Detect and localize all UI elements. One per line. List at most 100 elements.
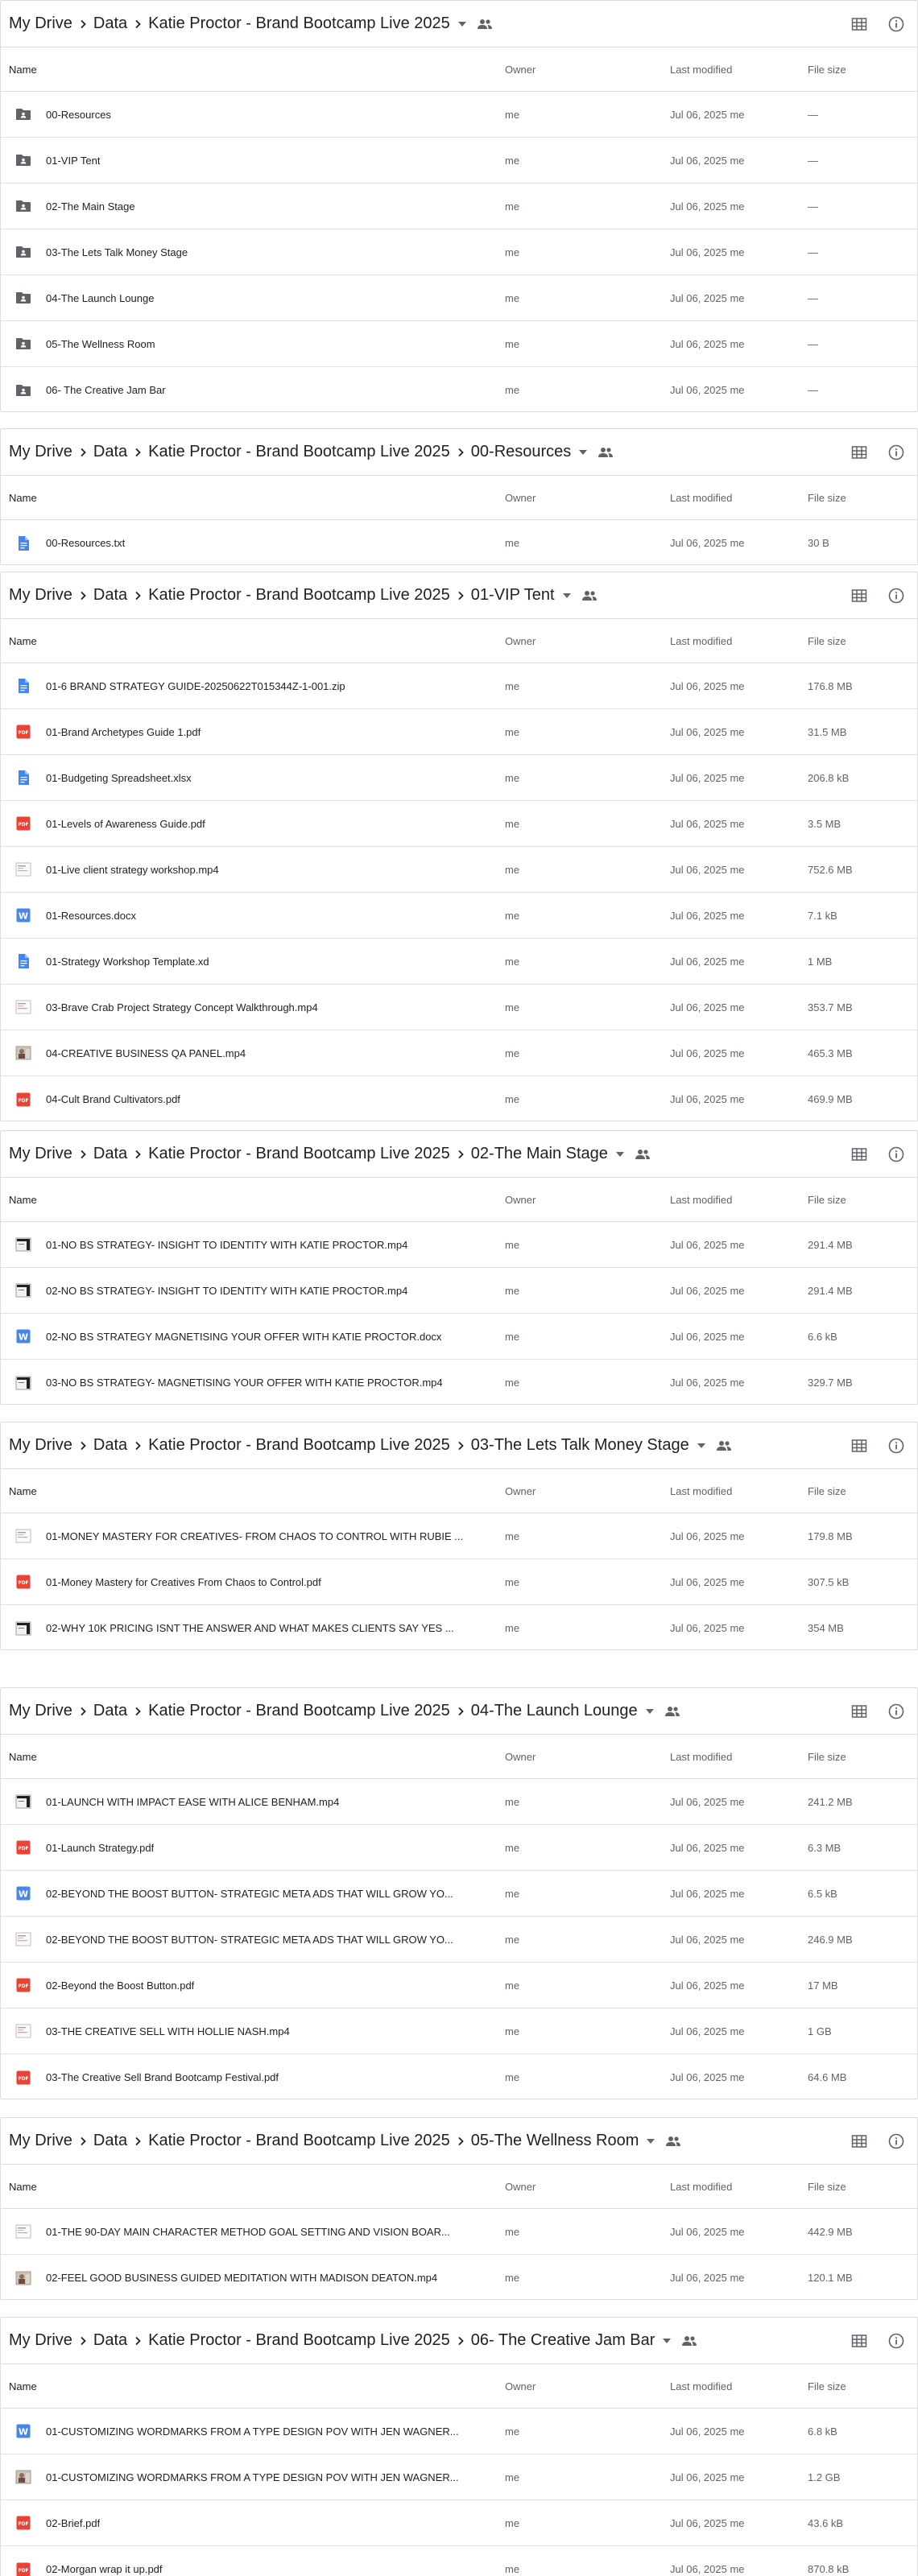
column-last-modified[interactable]: Last modified bbox=[670, 1485, 808, 1497]
column-file-size[interactable]: File size bbox=[808, 1751, 917, 1763]
breadcrumb-item[interactable]: My Drive bbox=[9, 1702, 72, 1720]
info-icon[interactable] bbox=[883, 1141, 909, 1167]
breadcrumb-item[interactable]: My Drive bbox=[9, 2331, 72, 2350]
file-row[interactable]: PDF 01-Brand Archetypes Guide 1.pdf me Jul … bbox=[1, 709, 917, 755]
file-row[interactable]: 02-BEYOND THE BOOST BUTTON- STRATEGIC ME… bbox=[1, 1917, 917, 1963]
file-row[interactable]: PDF 01-Launch Strategy.pdf me Jul 06, 2025 … bbox=[1, 1825, 917, 1871]
file-row[interactable]: 01-LAUNCH WITH IMPACT EASE WITH ALICE BE… bbox=[1, 1779, 917, 1825]
arrow-drop-down-icon[interactable] bbox=[645, 1707, 654, 1715]
file-row[interactable]: 01-THE 90-DAY MAIN CHARACTER METHOD GOAL… bbox=[1, 2209, 917, 2255]
column-owner[interactable]: Owner bbox=[505, 1485, 670, 1497]
arrow-drop-down-icon[interactable] bbox=[697, 1442, 705, 1450]
breadcrumb-item[interactable]: Katie Proctor - Brand Bootcamp Live 2025 bbox=[148, 1702, 450, 1720]
column-file-size[interactable]: File size bbox=[808, 635, 917, 647]
file-row[interactable]: 03-THE CREATIVE SELL WITH HOLLIE NASH.mp… bbox=[1, 2008, 917, 2054]
breadcrumb-item[interactable]: My Drive bbox=[9, 2132, 72, 2150]
file-row[interactable]: 01-CUSTOMIZING WORDMARKS FROM A TYPE DES… bbox=[1, 2454, 917, 2500]
info-icon[interactable] bbox=[883, 11, 909, 37]
file-row[interactable]: 03-Brave Crab Project Strategy Concept W… bbox=[1, 985, 917, 1030]
breadcrumb-item[interactable]: 03-The Lets Talk Money Stage bbox=[471, 1436, 689, 1455]
column-name[interactable]: Name bbox=[1, 1194, 505, 1206]
breadcrumb-item[interactable]: 06- The Creative Jam Bar bbox=[471, 2331, 655, 2350]
file-row[interactable]: 01-Live client strategy workshop.mp4 me Ju… bbox=[1, 847, 917, 893]
column-owner[interactable]: Owner bbox=[505, 2181, 670, 2193]
breadcrumb-item[interactable]: Data bbox=[93, 14, 127, 33]
breadcrumb-item[interactable]: Data bbox=[93, 443, 127, 461]
breadcrumb-item[interactable]: Data bbox=[93, 586, 127, 605]
breadcrumb-item[interactable]: My Drive bbox=[9, 586, 72, 605]
column-last-modified[interactable]: Last modified bbox=[670, 492, 808, 504]
breadcrumb-item[interactable]: My Drive bbox=[9, 1436, 72, 1455]
column-name[interactable]: Name bbox=[1, 2181, 505, 2193]
column-name[interactable]: Name bbox=[1, 2380, 505, 2392]
column-last-modified[interactable]: Last modified bbox=[670, 2380, 808, 2392]
breadcrumb-item[interactable]: My Drive bbox=[9, 1145, 72, 1163]
info-icon[interactable] bbox=[883, 583, 909, 609]
file-row[interactable]: 02-FEEL GOOD BUSINESS GUIDED MEDITATION … bbox=[1, 2255, 917, 2299]
arrow-drop-down-icon[interactable] bbox=[579, 448, 588, 456]
column-name[interactable]: Name bbox=[1, 1485, 505, 1497]
breadcrumb-item[interactable]: Katie Proctor - Brand Bootcamp Live 2025 bbox=[148, 1145, 450, 1163]
breadcrumb-item[interactable]: Katie Proctor - Brand Bootcamp Live 2025 bbox=[148, 2132, 450, 2150]
info-icon[interactable] bbox=[883, 1433, 909, 1459]
breadcrumb-item[interactable]: 05-The Wellness Room bbox=[471, 2132, 639, 2150]
info-icon[interactable] bbox=[883, 440, 909, 465]
breadcrumb-item[interactable]: Katie Proctor - Brand Bootcamp Live 2025 bbox=[148, 2331, 450, 2350]
breadcrumb-item[interactable]: Katie Proctor - Brand Bootcamp Live 2025 bbox=[148, 586, 450, 605]
file-row[interactable]: PDF 03-The Creative Sell Brand Bootcamp F… bbox=[1, 2054, 917, 2099]
column-owner[interactable]: Owner bbox=[505, 492, 670, 504]
column-name[interactable]: Name bbox=[1, 1751, 505, 1763]
column-file-size[interactable]: File size bbox=[808, 1194, 917, 1206]
breadcrumb-item[interactable]: Katie Proctor - Brand Bootcamp Live 2025 bbox=[148, 14, 450, 33]
file-row[interactable]: 03-NO BS STRATEGY- MAGNETISING YOUR OFFE… bbox=[1, 1360, 917, 1404]
arrow-drop-down-icon[interactable] bbox=[615, 1150, 624, 1158]
column-owner[interactable]: Owner bbox=[505, 64, 670, 76]
column-name[interactable]: Name bbox=[1, 64, 505, 76]
grid-view-icon[interactable] bbox=[846, 583, 872, 609]
breadcrumb-item[interactable]: My Drive bbox=[9, 14, 72, 33]
grid-view-icon[interactable] bbox=[846, 11, 872, 37]
breadcrumb-item[interactable]: Data bbox=[93, 2331, 127, 2350]
folder-row[interactable]: 02-The Main Stage me Jul 06, 2025 me — bbox=[1, 184, 917, 229]
arrow-drop-down-icon[interactable] bbox=[663, 2337, 672, 2345]
breadcrumb-item[interactable]: Data bbox=[93, 1702, 127, 1720]
breadcrumb-item[interactable]: 02-The Main Stage bbox=[471, 1145, 608, 1163]
file-row[interactable]: PDF 02-Brief.pdf me Jul 06, 2025 me 43.6 kB bbox=[1, 2500, 917, 2546]
grid-view-icon[interactable] bbox=[846, 2328, 872, 2354]
grid-view-icon[interactable] bbox=[846, 2128, 872, 2154]
file-row[interactable]: W 02-NO BS STRATEGY MAGNETISING YOUR OFFE… bbox=[1, 1314, 917, 1360]
folder-row[interactable]: 01-VIP Tent me Jul 06, 2025 me — bbox=[1, 138, 917, 184]
breadcrumb-item[interactable]: Data bbox=[93, 2132, 127, 2150]
folder-row[interactable]: 06- The Creative Jam Bar me Jul 06, 2025 m… bbox=[1, 367, 917, 411]
breadcrumb-item[interactable]: Katie Proctor - Brand Bootcamp Live 2025 bbox=[148, 1436, 450, 1455]
folder-row[interactable]: 03-The Lets Talk Money Stage me Jul 06, 20… bbox=[1, 229, 917, 275]
column-file-size[interactable]: File size bbox=[808, 64, 917, 76]
folder-row[interactable]: 04-The Launch Lounge me Jul 06, 2025 me — bbox=[1, 275, 917, 321]
info-icon[interactable] bbox=[883, 2328, 909, 2354]
breadcrumb-item[interactable]: 01-VIP Tent bbox=[471, 586, 555, 605]
grid-view-icon[interactable] bbox=[846, 1141, 872, 1167]
column-last-modified[interactable]: Last modified bbox=[670, 1751, 808, 1763]
column-file-size[interactable]: File size bbox=[808, 1485, 917, 1497]
info-icon[interactable] bbox=[883, 1699, 909, 1724]
column-last-modified[interactable]: Last modified bbox=[670, 2181, 808, 2193]
grid-view-icon[interactable] bbox=[846, 1433, 872, 1459]
column-file-size[interactable]: File size bbox=[808, 492, 917, 504]
file-row[interactable]: 01-6 BRAND STRATEGY GUIDE-20250622T01534… bbox=[1, 663, 917, 709]
arrow-drop-down-icon[interactable] bbox=[457, 20, 466, 28]
file-row[interactable]: 01-MONEY MASTERY FOR CREATIVES- FROM CHA… bbox=[1, 1513, 917, 1559]
file-row[interactable]: PDF 01-Money Mastery for Creatives From C… bbox=[1, 1559, 917, 1605]
breadcrumb-item[interactable]: Data bbox=[93, 1145, 127, 1163]
file-row[interactable]: 02-WHY 10K PRICING ISNT THE ANSWER AND W… bbox=[1, 1605, 917, 1649]
breadcrumb-item[interactable]: My Drive bbox=[9, 443, 72, 461]
file-row[interactable]: PDF 04-Cult Brand Cultivators.pdf me Jul 06… bbox=[1, 1076, 917, 1121]
grid-view-icon[interactable] bbox=[846, 440, 872, 465]
file-row[interactable]: W 01-CUSTOMIZING WORDMARKS FROM A TYPE DE… bbox=[1, 2409, 917, 2454]
column-owner[interactable]: Owner bbox=[505, 1194, 670, 1206]
file-row[interactable]: 01-Strategy Workshop Template.xd me Jul 06… bbox=[1, 939, 917, 985]
breadcrumb-item[interactable]: 00-Resources bbox=[471, 443, 572, 461]
column-owner[interactable]: Owner bbox=[505, 1751, 670, 1763]
file-row[interactable]: 02-NO BS STRATEGY- INSIGHT TO IDENTITY W… bbox=[1, 1268, 917, 1314]
breadcrumb-item[interactable]: Katie Proctor - Brand Bootcamp Live 2025 bbox=[148, 443, 450, 461]
column-last-modified[interactable]: Last modified bbox=[670, 1194, 808, 1206]
